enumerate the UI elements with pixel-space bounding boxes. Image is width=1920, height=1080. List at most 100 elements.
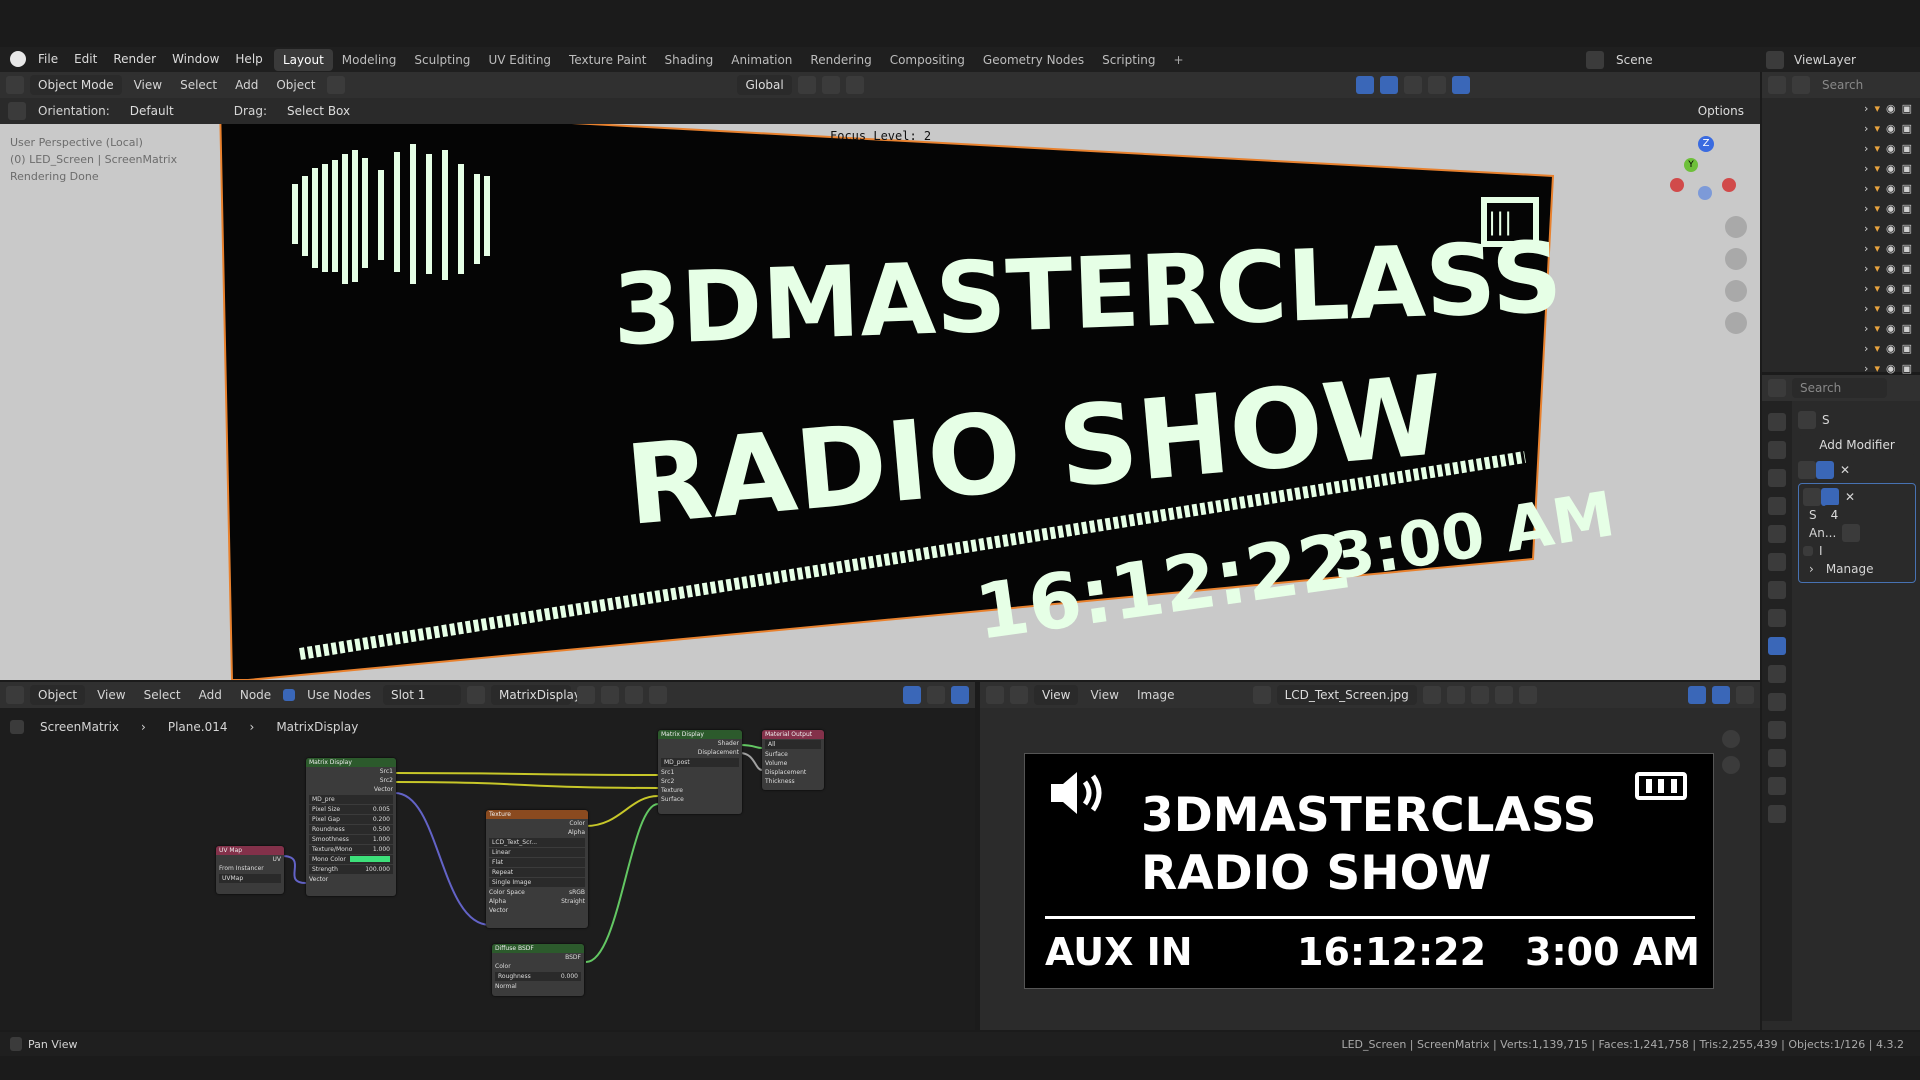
snap-icon[interactable] <box>821 76 840 94</box>
node-overlay-icon[interactable] <box>951 686 969 704</box>
modifier-tab-icon[interactable] <box>1768 637 1786 655</box>
outliner-item[interactable]: › ▾ ◉ ▣ <box>1762 318 1920 338</box>
visibility-eye-icon[interactable]: ◉ <box>1886 122 1896 135</box>
render-camera-icon[interactable]: ▣ <box>1902 342 1912 355</box>
gizmo-neg-z-axis[interactable] <box>1698 186 1712 200</box>
node-menu-view[interactable]: View <box>91 688 131 702</box>
viewport-menu-add[interactable]: Add <box>229 78 264 92</box>
image-menu-image[interactable]: Image <box>1131 688 1181 702</box>
tab-geometry-nodes[interactable]: Geometry Nodes <box>974 49 1093 71</box>
expand-chevron-icon[interactable]: › <box>1864 162 1868 175</box>
node-matrix-field[interactable]: Roundness 0.500 <box>309 825 393 834</box>
viewport-3d[interactable]: User Perspective (Local) (0) LED_Screen … <box>0 124 1760 680</box>
image-open-icon[interactable] <box>1470 686 1489 704</box>
expand-chevron-icon[interactable]: › <box>1864 202 1868 215</box>
fake-user-icon[interactable] <box>576 686 595 704</box>
hand-pan-icon[interactable] <box>1725 248 1747 270</box>
visibility-eye-icon[interactable]: ◉ <box>1886 302 1896 315</box>
render-camera-icon[interactable]: ▣ <box>1902 162 1912 175</box>
duplicate-material-icon[interactable] <box>600 686 619 704</box>
expand-chevron-icon[interactable]: › <box>1864 122 1868 135</box>
modifier-1-visibility-icon[interactable] <box>1816 461 1834 479</box>
render-camera-icon[interactable]: ▣ <box>1902 142 1912 155</box>
visibility-eye-icon[interactable]: ◉ <box>1886 182 1896 195</box>
scene-icon[interactable] <box>1586 51 1604 69</box>
modifier-2-close-icon[interactable]: ✕ <box>1839 490 1861 504</box>
scene-name[interactable]: Scene <box>1610 53 1659 67</box>
gizmo-z-axis[interactable]: Z <box>1698 136 1714 152</box>
blender-logo-icon[interactable] <box>10 51 26 67</box>
node-uv-map-field[interactable]: UVMap <box>219 874 281 883</box>
tab-compositing[interactable]: Compositing <box>881 49 974 71</box>
move-tool-icon[interactable] <box>8 102 26 120</box>
object-tab-icon[interactable] <box>1768 609 1786 627</box>
tab-texture-paint[interactable]: Texture Paint <box>560 49 655 71</box>
render-camera-icon[interactable]: ▣ <box>1902 362 1912 375</box>
expand-chevron-icon[interactable]: › <box>1864 142 1868 155</box>
options-dropdown[interactable]: Options <box>1689 101 1752 121</box>
node-diffuse-in-color[interactable]: Color <box>492 962 584 971</box>
image-browse-icon[interactable] <box>1252 686 1271 704</box>
node-editor-type-icon[interactable] <box>6 686 24 704</box>
visibility-eye-icon[interactable]: ◉ <box>1886 102 1896 115</box>
node-diffuse-roughness-row[interactable]: Roughness 0.000 <box>495 972 581 981</box>
tab-shading[interactable]: Shading <box>655 49 722 71</box>
image-pan-icon[interactable] <box>1722 756 1740 774</box>
node-editor-canvas[interactable]: ScreenMatrix › Plane.014 › MatrixDisplay… <box>0 708 975 1030</box>
pivot-icon[interactable] <box>797 76 816 94</box>
image-overlay-icon[interactable] <box>1712 686 1730 704</box>
node-group-users[interactable]: 4 <box>1822 505 1847 525</box>
render-camera-icon[interactable]: ▣ <box>1902 182 1912 195</box>
manage-row[interactable]: › Manage <box>1803 560 1911 578</box>
data-tab-icon[interactable] <box>1768 749 1786 767</box>
image-display-channels-icon[interactable] <box>1736 686 1754 704</box>
image-menu-view[interactable]: View <box>1084 688 1124 702</box>
editor-type-icon[interactable] <box>6 76 24 94</box>
tab-sculpting[interactable]: Sculpting <box>405 49 479 71</box>
outliner-item[interactable]: › ▾ ◉ ▣ <box>1762 198 1920 218</box>
menu-window[interactable]: Window <box>164 52 227 66</box>
visibility-eye-icon[interactable]: ◉ <box>1886 342 1896 355</box>
viewport-menu-select[interactable]: Select <box>174 78 223 92</box>
expand-chevron-icon[interactable]: › <box>1864 222 1868 235</box>
outliner-item[interactable]: › ▾ ◉ ▣ <box>1762 338 1920 358</box>
wireframe-shading-icon[interactable] <box>1403 76 1422 94</box>
node-menu-add[interactable]: Add <box>193 688 228 702</box>
expand-chevron-icon[interactable]: › <box>1864 282 1868 295</box>
render-camera-icon[interactable]: ▣ <box>1902 302 1912 315</box>
gizmo-toggle-icon[interactable] <box>327 76 346 94</box>
expand-chevron-icon[interactable]: › <box>1864 242 1868 255</box>
visibility-eye-icon[interactable]: ◉ <box>1886 262 1896 275</box>
image-fake-user-icon[interactable] <box>1422 686 1441 704</box>
outliner-search[interactable]: Search <box>1816 78 1869 92</box>
view-layer-icon[interactable] <box>1766 51 1784 69</box>
material-tab-icon[interactable] <box>1768 777 1786 795</box>
snap-mode-icon[interactable] <box>927 686 945 704</box>
node-matrix-field[interactable]: Pixel Gap 0.200 <box>309 815 393 824</box>
menu-help[interactable]: Help <box>227 52 270 66</box>
slot-dropdown[interactable]: Slot 1 <box>382 685 461 705</box>
node-matrix-field[interactable]: Strength 100.000 <box>309 865 393 874</box>
gizmo-y-axis[interactable]: Y <box>1684 158 1698 172</box>
node-texture-alpha-row[interactable]: Alpha Straight <box>486 897 588 906</box>
outliner-item[interactable]: › ▾ ◉ ▣ <box>1762 298 1920 318</box>
expand-chevron-icon[interactable]: › <box>1864 182 1868 195</box>
shader-type-dropdown[interactable]: Object <box>30 685 86 705</box>
snap-node-icon[interactable] <box>903 686 921 704</box>
visibility-eye-icon[interactable]: ◉ <box>1886 242 1896 255</box>
gizmo-x-axis[interactable] <box>1722 178 1736 192</box>
node-uv-map-from-instancer[interactable]: From Instancer <box>216 864 284 873</box>
collection-tab-icon[interactable] <box>1768 581 1786 599</box>
node-texture-extension[interactable]: Repeat <box>489 868 585 877</box>
led-screen-object[interactable]: ||| 3DMASTERCLASS RADIO SHOW 16:12:22 3:… <box>0 124 1760 680</box>
node-material-output[interactable]: Material Output All Surface Volume Displ… <box>762 730 824 790</box>
outliner-item[interactable]: › ▾ ◉ ▣ <box>1762 218 1920 238</box>
node-texture-colorspace[interactable]: sRGB <box>569 889 585 896</box>
render-camera-icon[interactable]: ▣ <box>1902 262 1912 275</box>
tab-scripting[interactable]: Scripting <box>1093 49 1164 71</box>
node-image-texture[interactable]: Texture Color Alpha LCD_Text_Scr... Line… <box>486 810 588 928</box>
output-tab-icon[interactable] <box>1768 469 1786 487</box>
node-menu-node[interactable]: Node <box>234 688 277 702</box>
add-modifier-button[interactable]: Add Modifier <box>1798 435 1916 455</box>
camera-view-icon[interactable] <box>1725 280 1747 302</box>
